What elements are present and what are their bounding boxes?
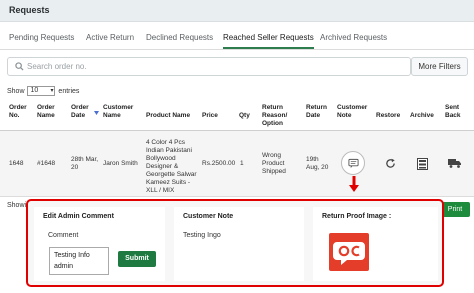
truck-icon[interactable]	[448, 158, 461, 168]
header-order-no[interactable]: Order No.	[9, 104, 27, 120]
header-order-no-line2: No.	[9, 112, 20, 119]
header-customer-note[interactable]: Customer Note	[337, 104, 367, 120]
customer-note-text: Testing Ingo	[183, 232, 221, 239]
cell-product-name-line2: Indian Pakistani	[146, 147, 192, 154]
header-return-date[interactable]: Return Date	[306, 104, 327, 120]
customer-note-card: Customer Note Testing Ingo	[174, 207, 304, 281]
cell-order-name: #1648	[37, 160, 56, 167]
return-proof-card: Return Proof Image :	[313, 207, 438, 281]
header-customer-note-line1: Customer	[337, 104, 368, 111]
header-return-reason-line2: Reason/	[262, 112, 288, 119]
search-input-placeholder[interactable]: Search order no.	[27, 62, 87, 71]
cell-return-date-line2: Aug, 20	[306, 164, 329, 171]
customer-note-title: Customer Note	[183, 213, 234, 220]
header-return-reason-line3: Option	[262, 120, 283, 127]
page-header: Requests	[0, 0, 474, 22]
cell-product-name-line4: Designer &	[146, 163, 179, 170]
cell-order-date-line1: 28th Mar,	[71, 156, 99, 163]
cell-product-name-line6: Kameez Suits -	[146, 179, 191, 186]
cell-customer-name: Jaron Smith	[103, 160, 138, 167]
header-restore[interactable]: Restore	[376, 112, 400, 120]
return-proof-title: Return Proof Image :	[322, 213, 392, 220]
print-button[interactable]: Print	[440, 202, 470, 217]
comment-label: Comment	[48, 232, 79, 239]
cell-return-reason-line2: Product	[262, 160, 285, 167]
header-customer-name-line1: Customer	[103, 104, 134, 111]
header-customer-note-line2: Note	[337, 112, 352, 119]
header-order-name-line2: Name	[37, 112, 55, 119]
header-qty[interactable]: Qty	[239, 112, 250, 120]
header-price[interactable]: Price	[202, 112, 218, 120]
cell-order-no: 1648	[9, 160, 24, 167]
header-order-date-line1: Order	[71, 104, 89, 111]
search-box[interactable]: Search order no.	[7, 57, 411, 76]
header-customer-name[interactable]: Customer Name	[103, 104, 133, 120]
header-archive[interactable]: Archive	[410, 112, 434, 120]
cell-return-reason: Wrong Product Shipped	[262, 152, 286, 176]
archive-icon[interactable]	[417, 158, 428, 170]
tab-declined-requests[interactable]: Declined Requests	[146, 33, 213, 42]
more-filters-button[interactable]: More Filters	[411, 57, 468, 76]
entries-suffix-label: entries	[58, 87, 80, 95]
edit-admin-comment-card: Edit Admin Comment Comment Testing Info …	[34, 207, 165, 281]
header-product-name[interactable]: Product Name	[146, 112, 190, 120]
header-order-name[interactable]: Order Name	[37, 104, 55, 120]
header-return-reason-line1: Return	[262, 104, 283, 111]
pointer-arrow-icon	[349, 176, 359, 192]
header-sent-back-line2: Back	[445, 112, 461, 119]
cell-product-name-line5: Georgette Salwar	[146, 171, 197, 178]
request-tabs: Pending Requests Active Return Declined …	[0, 28, 474, 50]
cell-price: Rs.2500.00	[202, 160, 236, 167]
cell-order-date-line2: 20	[71, 164, 79, 171]
comment-text-line1: Testing Info	[54, 252, 90, 259]
speech-bubble-icon	[348, 158, 359, 169]
header-order-date[interactable]: Order Date	[71, 104, 89, 120]
cell-order-date: 28th Mar, 20	[71, 156, 98, 172]
header-return-date-line2: Date	[306, 112, 321, 119]
showing-entries-text: Showi	[7, 202, 27, 209]
edit-admin-comment-title: Edit Admin Comment	[43, 213, 114, 220]
comment-textarea[interactable]: Testing Info admin	[49, 247, 109, 275]
submit-button[interactable]: Submit	[118, 251, 156, 267]
cell-product-name-line3: Bollywood	[146, 155, 176, 162]
restore-icon[interactable]	[385, 158, 396, 169]
entries-show-label: Show	[7, 87, 25, 95]
header-order-name-line1: Order	[37, 104, 55, 111]
header-sent-back[interactable]: Sent Back	[445, 104, 461, 120]
page-title: Requests	[9, 5, 50, 15]
return-proof-image[interactable]	[329, 233, 369, 271]
header-sent-back-line1: Sent	[445, 104, 460, 111]
cell-product-name: 4 Color 4 Pcs Indian Pakistani Bollywood…	[146, 139, 197, 195]
search-icon	[15, 62, 24, 71]
cell-return-reason-line1: Wrong	[262, 152, 282, 159]
entries-select[interactable]: 10	[27, 86, 56, 96]
cell-return-reason-line3: Shipped	[262, 168, 286, 175]
comment-text-line2: admin	[54, 263, 74, 270]
cell-return-date: 19th Aug, 20	[306, 156, 328, 172]
request-detail-panel: Edit Admin Comment Comment Testing Info …	[26, 199, 444, 287]
oc-logo-icon	[333, 242, 365, 265]
entries-control: Show 10 entries	[7, 86, 79, 96]
tab-pending-requests[interactable]: Pending Requests	[9, 33, 74, 42]
tab-reached-seller-requests[interactable]: Reached Seller Requests	[223, 33, 314, 49]
cell-return-date-line1: 19th	[306, 156, 319, 163]
header-order-date-line2: Date	[71, 112, 86, 119]
header-customer-name-line2: Name	[103, 112, 121, 119]
cell-product-name-line1: 4 Color 4 Pcs	[146, 139, 186, 146]
header-return-date-line1: Return	[306, 104, 327, 111]
cell-qty: 1	[240, 160, 244, 167]
tab-archived-requests[interactable]: Archived Requests	[320, 33, 387, 42]
header-return-reason[interactable]: Return Reason/ Option	[262, 104, 287, 128]
tab-active-return[interactable]: Active Return	[86, 33, 134, 42]
customer-note-button[interactable]	[341, 151, 365, 175]
header-order-no-line1: Order	[9, 104, 27, 111]
cell-product-name-line7: XLL / MIX	[146, 187, 175, 194]
sort-desc-icon[interactable]	[94, 111, 99, 115]
